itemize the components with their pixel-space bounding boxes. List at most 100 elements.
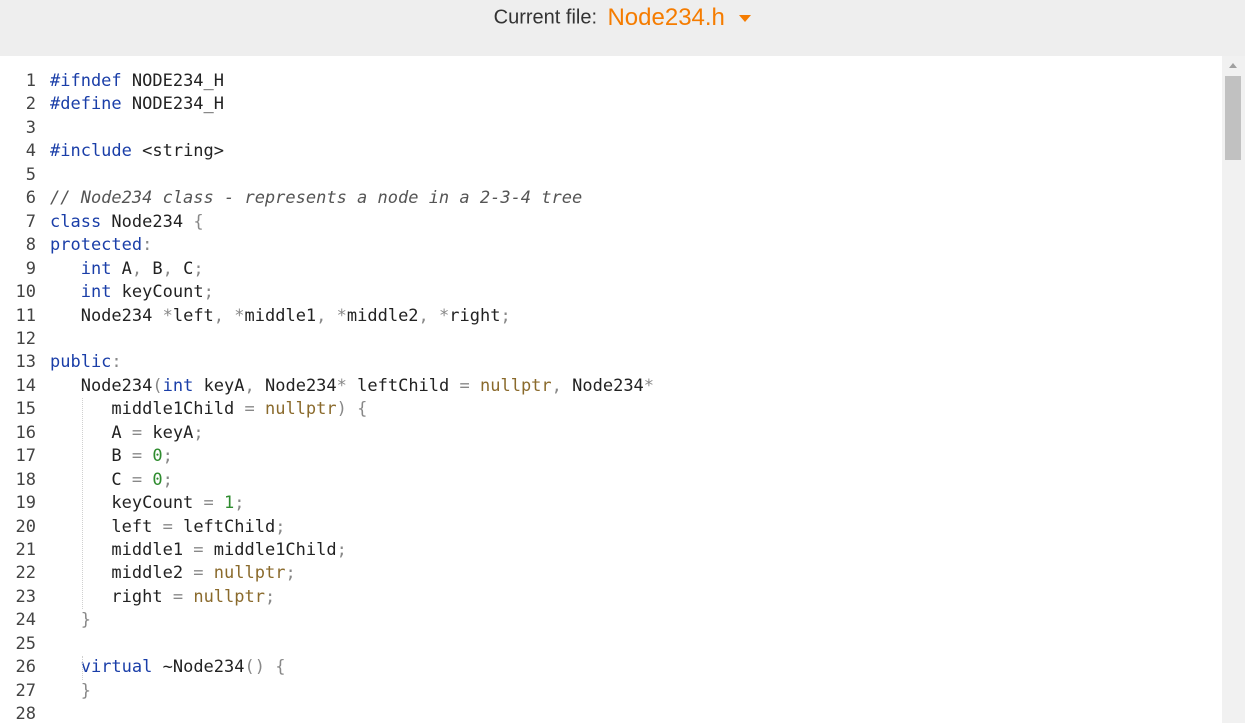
code-token: middle2 bbox=[50, 563, 194, 584]
code-token: 1 bbox=[224, 493, 235, 514]
code-token: , * bbox=[316, 305, 347, 326]
code-line[interactable]: middle2 = nullptr; bbox=[50, 562, 295, 585]
code-line[interactable]: class Node234 { bbox=[50, 211, 204, 234]
line-number: 20 bbox=[15, 516, 36, 537]
line-number: 21 bbox=[15, 540, 36, 560]
vertical-scrollbar[interactable] bbox=[1222, 56, 1245, 723]
line-number: 13 bbox=[15, 352, 36, 373]
indent-guide bbox=[82, 398, 83, 610]
line-number: 12 bbox=[15, 328, 36, 349]
code-line[interactable]: keyCount = 1; bbox=[50, 492, 245, 515]
caret-down-icon[interactable] bbox=[739, 14, 752, 22]
code-token: ; bbox=[275, 516, 286, 537]
code-token: keyA bbox=[193, 375, 245, 396]
code-line[interactable]: } bbox=[50, 680, 91, 703]
code-token: , bbox=[162, 258, 173, 279]
scroll-up-arrow-icon[interactable] bbox=[1229, 63, 1237, 68]
line-number: 28 bbox=[15, 704, 36, 723]
line-number: 3 bbox=[25, 117, 36, 138]
code-token: virtual bbox=[80, 657, 153, 678]
code-token: , bbox=[131, 258, 143, 279]
line-number: 25 bbox=[15, 633, 36, 654]
code-token: 0 bbox=[152, 469, 163, 490]
code-token: = bbox=[203, 493, 214, 514]
code-line[interactable]: B = 0; bbox=[50, 445, 172, 468]
code-token: class bbox=[50, 211, 102, 232]
code-token: nullptr bbox=[193, 586, 265, 607]
line-number: 6 bbox=[25, 188, 36, 209]
code-line[interactable]: protected: bbox=[50, 234, 152, 257]
code-line[interactable]: } bbox=[50, 609, 91, 632]
code-token: public bbox=[50, 352, 112, 373]
current-file-label: Current file: bbox=[493, 6, 598, 29]
code-token: : bbox=[111, 352, 122, 373]
code-token: , bbox=[551, 375, 562, 396]
code-token: right bbox=[449, 305, 501, 326]
code-line[interactable]: A = keyA; bbox=[50, 422, 203, 445]
code-token: #define bbox=[50, 94, 122, 115]
code-token: int bbox=[162, 375, 194, 396]
code-line[interactable]: left = leftChild; bbox=[50, 516, 285, 539]
code-token: = bbox=[459, 375, 470, 396]
code-line[interactable]: middle1Child = nullptr) { bbox=[50, 398, 367, 421]
code-token: ) { bbox=[336, 399, 368, 420]
code-line[interactable]: int keyCount; bbox=[50, 281, 214, 304]
code-token: middle1Child bbox=[50, 399, 245, 420]
code-line[interactable]: public: bbox=[50, 351, 122, 374]
code-token: , * bbox=[418, 305, 450, 326]
scrollbar-thumb[interactable] bbox=[1225, 76, 1241, 160]
code-line[interactable]: int A, B, C; bbox=[50, 258, 204, 281]
code-line[interactable]: right = nullptr; bbox=[50, 586, 275, 609]
code-token: middle1Child bbox=[203, 540, 337, 560]
code-line[interactable]: Node234(int keyA, Node234* leftChild = n… bbox=[50, 375, 654, 398]
line-number: 10 bbox=[15, 282, 36, 303]
code-token: NODE234_H bbox=[121, 94, 225, 115]
code-token: left bbox=[50, 516, 163, 537]
line-number: 23 bbox=[15, 586, 36, 607]
code-token: nullptr bbox=[264, 399, 337, 420]
code-line[interactable]: // Node234 class - represents a node in … bbox=[50, 187, 582, 210]
code-token: { bbox=[193, 211, 204, 232]
code-token: ; bbox=[500, 305, 511, 326]
line-number: 18 bbox=[15, 469, 36, 490]
code-token: () { bbox=[244, 657, 286, 678]
file-selector[interactable]: Current file: Node234.h bbox=[0, 4, 1245, 32]
code-area[interactable]: #ifndef NODE234_H #define NODE234_H #inclu… bbox=[50, 56, 1222, 723]
line-number: 4 bbox=[25, 141, 36, 162]
indent-guide bbox=[82, 656, 83, 680]
line-number: 5 bbox=[25, 164, 36, 185]
line-number: 9 bbox=[25, 258, 36, 279]
code-token: NODE234_H bbox=[121, 71, 225, 91]
code-editor[interactable]: 1 2 3 4 5 6 7 8 9 10 11 12 13 14 15 16 17 18 19 20 21 22 23 24 2… bbox=[0, 56, 1222, 723]
code-token: : bbox=[142, 235, 153, 256]
code-line[interactable]: middle1 = middle1Child; bbox=[50, 539, 346, 562]
code-token: ; bbox=[234, 493, 245, 514]
code-line[interactable]: Node234 *left, *middle1, *middle2, *righ… bbox=[50, 305, 511, 328]
code-line[interactable]: #include <string> bbox=[50, 140, 224, 163]
current-file-name[interactable]: Node234.h bbox=[607, 4, 724, 31]
code-line[interactable]: C = 0; bbox=[50, 469, 172, 492]
code-token: = bbox=[131, 422, 143, 443]
line-number: 8 bbox=[25, 235, 36, 256]
code-line[interactable]: #ifndef NODE234_H bbox=[50, 70, 224, 93]
code-token: * bbox=[643, 375, 655, 396]
code-line[interactable]: virtual ~Node234() { bbox=[50, 656, 286, 679]
code-token: #ifndef bbox=[50, 71, 122, 91]
code-token: } bbox=[80, 680, 91, 701]
code-token: Node234 bbox=[101, 211, 194, 232]
code-line[interactable]: #define NODE234_H bbox=[50, 93, 224, 116]
code-token: A bbox=[50, 422, 132, 443]
line-number: 26 bbox=[15, 657, 36, 678]
code-token: = bbox=[131, 469, 143, 490]
line-number: 15 bbox=[15, 399, 36, 420]
line-number: 22 bbox=[15, 563, 36, 584]
editor-header: Current file: Node234.h bbox=[0, 0, 1245, 56]
line-number: 27 bbox=[15, 680, 36, 701]
code-token: ; bbox=[203, 282, 214, 303]
code-token: Node234 bbox=[561, 375, 644, 396]
